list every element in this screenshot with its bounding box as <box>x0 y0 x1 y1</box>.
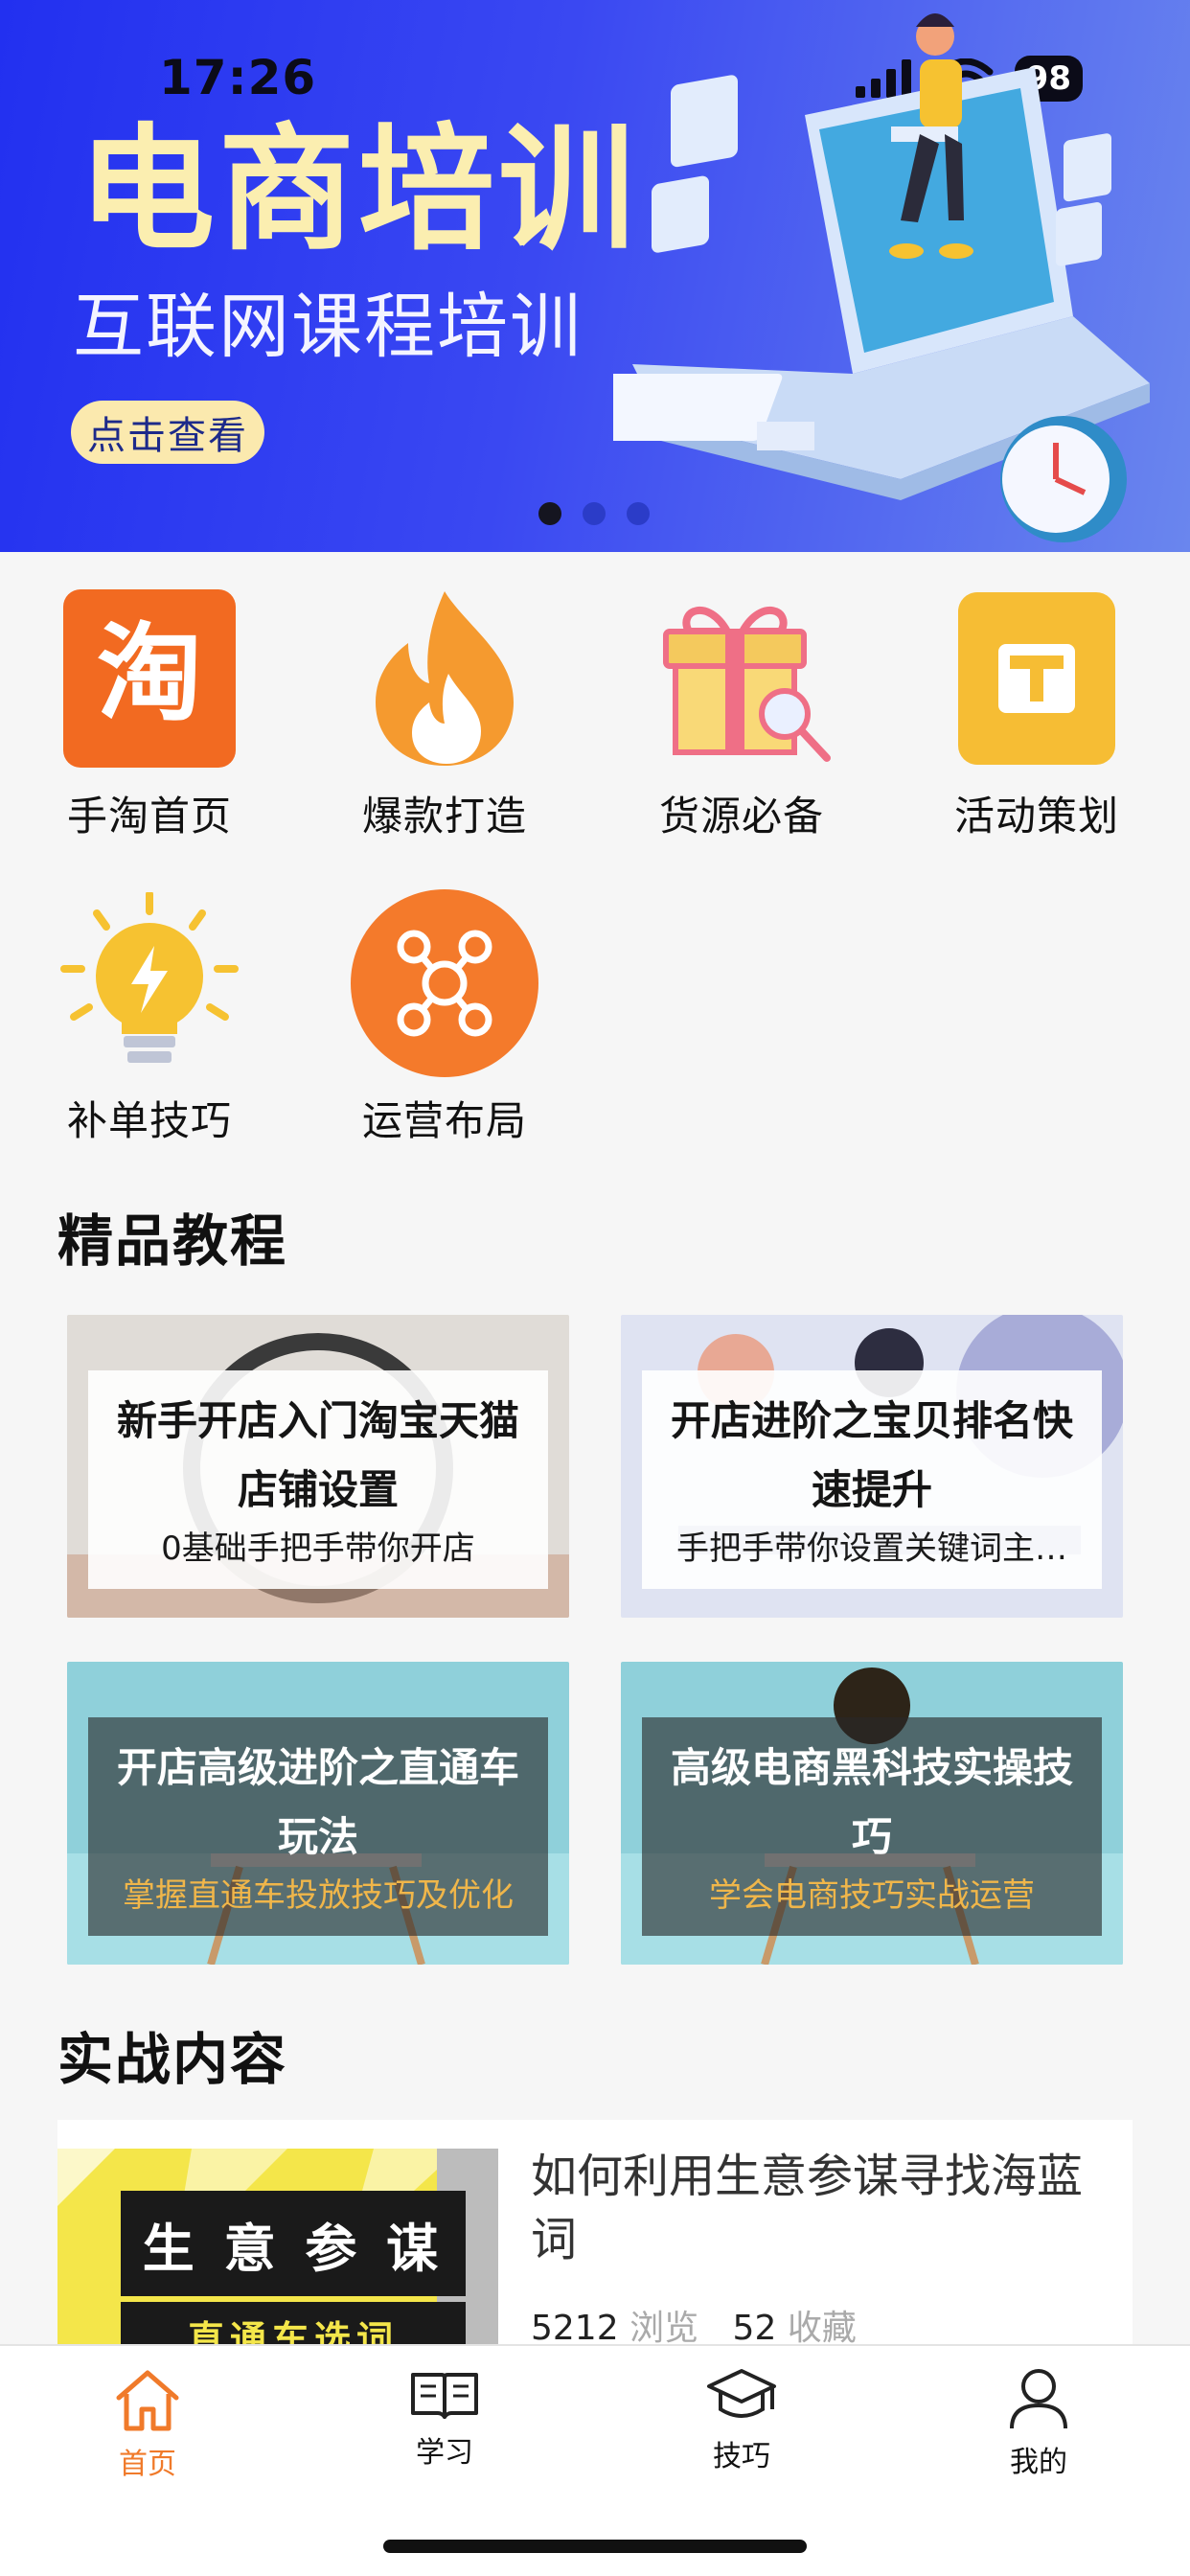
banner-dot-1[interactable] <box>538 502 561 525</box>
course-subtitle: 掌握直通车投放技巧及优化 <box>123 1876 514 1915</box>
practice-list-item[interactable]: 生 意 参 谋 直通车选词 如何利用生意参谋寻找海蓝词 5212 浏览 52 收… <box>57 2120 1133 2369</box>
t-tag-icon <box>941 583 1133 774</box>
quick-nav-label: 货源必备 <box>658 793 824 840</box>
gift-box-icon <box>646 583 837 774</box>
quick-nav-label: 手淘首页 <box>66 793 232 840</box>
practice-section-title: 实战内容 <box>57 2027 288 2092</box>
views-label: 浏览 <box>629 2309 699 2348</box>
person-icon <box>1010 2369 1067 2429</box>
flame-icon <box>349 583 540 774</box>
practice-thumbnail: 生 意 参 谋 直通车选词 <box>57 2149 498 2369</box>
laptop-illustration <box>613 13 1150 542</box>
tab-label: 首页 <box>119 2448 176 2481</box>
thumbnail-title: 生 意 参 谋 <box>142 2218 445 2279</box>
course-card-panel: 开店进阶之宝贝排名快速提升 手把手带你设置关键词主… <box>642 1370 1102 1589</box>
home-indicator[interactable] <box>383 2540 807 2553</box>
practice-title: 如何利用生意参谋寻找海蓝词 <box>531 2150 1084 2266</box>
course-card-panel: 开店高级进阶之直通车玩法 掌握直通车投放技巧及优化 <box>88 1717 548 1936</box>
home-icon <box>116 2370 179 2431</box>
course-subtitle: 手把手带你设置关键词主… <box>676 1530 1067 1568</box>
banner-dot-3[interactable] <box>627 502 650 525</box>
course-card-panel: 新手开店入门淘宝天猫店铺设置 0基础手把手带你开店 <box>88 1370 548 1589</box>
banner-view-button[interactable]: 点击查看 <box>71 401 264 464</box>
tab-label: 学习 <box>416 2436 473 2470</box>
quick-nav-label: 运营布局 <box>361 1097 527 1144</box>
featured-section-title: 精品教程 <box>57 1208 288 1274</box>
tab-label: 我的 <box>1010 2446 1067 2479</box>
quick-nav-sourcing[interactable]: 货源必备 <box>627 583 857 842</box>
quick-nav-operations[interactable]: 运营布局 <box>330 887 560 1147</box>
quick-nav-taobao-home[interactable]: 淘 手淘首页 <box>34 583 264 842</box>
course-card-panel: 高级电商黑科技实操技巧 学会电商技巧实战运营 <box>642 1717 1102 1936</box>
favorites-label: 收藏 <box>787 2309 857 2348</box>
quick-nav-order-tips[interactable]: 补单技巧 <box>34 887 264 1147</box>
banner-title: 电商培训 <box>79 111 638 269</box>
network-icon <box>349 887 540 1079</box>
views-count: 5212 <box>531 2309 619 2348</box>
banner-dot-2[interactable] <box>583 502 606 525</box>
course-subtitle: 学会电商技巧实战运营 <box>709 1876 1035 1915</box>
course-title: 开店进阶之宝贝排名快速提升 <box>670 1397 1073 1513</box>
course-card[interactable]: 开店进阶之宝贝排名快速提升 手把手带你设置关键词主… <box>621 1315 1123 1618</box>
course-title: 高级电商黑科技实操技巧 <box>670 1744 1073 1860</box>
svg-text:淘: 淘 <box>97 612 202 735</box>
practice-stats: 5212 浏览 52 收藏 <box>531 2300 880 2350</box>
quick-nav-label: 爆款打造 <box>361 793 527 840</box>
tab-home[interactable]: 首页 <box>61 2367 234 2482</box>
tab-mine[interactable]: 我的 <box>952 2367 1125 2480</box>
quick-nav-campaign-planning[interactable]: 活动策划 <box>922 583 1152 842</box>
graduation-cap-icon <box>707 2369 776 2418</box>
favorites-count: 52 <box>732 2309 777 2348</box>
lightbulb-icon <box>54 887 245 1079</box>
course-subtitle: 0基础手把手带你开店 <box>161 1530 475 1568</box>
course-card[interactable]: 高级电商黑科技实操技巧 学会电商技巧实战运营 <box>621 1662 1123 1965</box>
quick-nav-label: 补单技巧 <box>66 1097 232 1144</box>
taobao-icon: 淘 <box>54 583 245 774</box>
banner-subtitle: 互联网课程培训 <box>73 286 583 368</box>
book-icon <box>411 2373 478 2419</box>
promo-banner[interactable]: 17:26 98 电商培训 互联网课程培训 点击查看 <box>0 0 1190 552</box>
status-time: 17:26 <box>159 50 317 105</box>
course-card[interactable]: 开店高级进阶之直通车玩法 掌握直通车投放技巧及优化 <box>67 1662 569 1965</box>
app-screen: 17:26 98 电商培训 互联网课程培训 点击查看 淘 手淘首页 爆款打造 货… <box>0 0 1190 2576</box>
course-title: 新手开店入门淘宝天猫店铺设置 <box>116 1397 519 1513</box>
quick-nav-hot-products[interactable]: 爆款打造 <box>330 583 560 842</box>
tab-study[interactable]: 学习 <box>358 2367 531 2471</box>
banner-pagination[interactable] <box>538 502 650 525</box>
tab-label: 技巧 <box>713 2440 770 2473</box>
tab-tips[interactable]: 技巧 <box>655 2367 828 2474</box>
quick-nav-label: 活动策划 <box>953 793 1119 840</box>
course-title: 开店高级进阶之直通车玩法 <box>116 1744 519 1860</box>
course-card[interactable]: 新手开店入门淘宝天猫店铺设置 0基础手把手带你开店 <box>67 1315 569 1618</box>
